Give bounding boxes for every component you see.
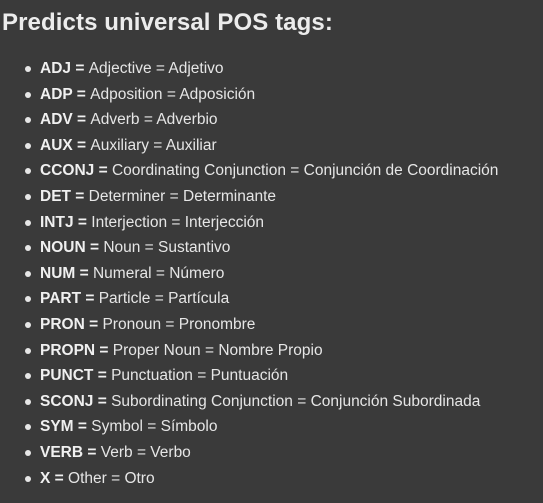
tag-description: Verb = Verbo	[100, 443, 191, 461]
page-title: Predicts universal POS tags:	[2, 9, 333, 36]
list-item: INTJ = Interjection = Interjección	[25, 210, 543, 236]
list-item: NUM = Numeral = Número	[25, 261, 543, 287]
list-item: X = Other = Otro	[25, 466, 543, 492]
pos-tag-list: ADJ = Adjective = Adjetivo ADP = Adposit…	[0, 56, 543, 491]
tag-code: SCONJ	[40, 392, 94, 410]
list-item: ADV = Adverb = Adverbio	[25, 107, 543, 133]
tag-separator: =	[73, 418, 92, 436]
list-item: AUX = Auxiliary = Auxiliar	[25, 133, 543, 159]
list-item: SYM = Symbol = Símbolo	[25, 414, 543, 440]
tag-separator: =	[72, 111, 91, 129]
tag-code: X	[40, 469, 51, 487]
tag-separator: =	[72, 136, 91, 154]
list-item: DET = Determiner = Determinante	[25, 184, 543, 210]
tag-description: Interjection = Interjección	[91, 213, 265, 231]
tag-code: ADP	[40, 85, 73, 103]
tag-description: Coordinating Conjunction = Conjunción de…	[111, 162, 499, 180]
tag-separator: =	[71, 187, 89, 205]
tag-separator: =	[75, 264, 93, 282]
tag-separator: =	[50, 469, 69, 487]
tag-code: NUM	[40, 264, 76, 282]
tag-separator: =	[95, 341, 113, 359]
list-item: NOUN = Noun = Sustantivo	[25, 235, 543, 261]
tag-description: Numeral = Número	[92, 264, 225, 282]
tag-code: INTJ	[40, 213, 74, 231]
tag-description: Adposition = Adposición	[90, 85, 256, 103]
tag-description: Auxiliary = Auxiliar	[90, 136, 217, 154]
list-item: ADJ = Adjective = Adjetivo	[25, 56, 543, 82]
tag-separator: =	[71, 60, 89, 77]
tag-separator: =	[94, 162, 112, 180]
tag-code: SYM	[40, 418, 74, 436]
tag-description: Subordinating Conjunction = Conjunción S…	[111, 392, 481, 410]
tag-code: CCONJ	[40, 162, 95, 180]
tag-code: PART	[40, 290, 82, 308]
list-item: PART = Particle = Partícula	[25, 286, 543, 312]
list-item: PRON = Pronoun = Pronombre	[25, 312, 543, 338]
list-item: VERB = Verb = Verbo	[25, 440, 543, 466]
tag-description: Adverb = Adverbio	[90, 111, 218, 129]
tag-description: Symbol = Símbolo	[91, 418, 218, 436]
content-panel: Predicts universal POS tags: ADJ = Adjec…	[0, 0, 543, 491]
tag-separator: =	[93, 367, 112, 385]
tag-code: AUX	[40, 136, 73, 154]
tag-separator: =	[72, 85, 91, 103]
list-item: ADP = Adposition = Adposición	[25, 82, 543, 108]
tag-code: NOUN	[40, 239, 86, 257]
tag-separator: =	[93, 392, 112, 410]
tag-description: Noun = Sustantivo	[103, 239, 231, 257]
tag-code: VERB	[40, 443, 84, 461]
tag-code: ADJ	[40, 60, 72, 77]
list-item: CCONJ = Coordinating Conjunction = Conju…	[25, 158, 543, 184]
list-item: PROPN = Proper Noun = Nombre Propio	[25, 338, 543, 364]
tag-code: ADV	[40, 111, 73, 129]
list-item: PUNCT = Punctuation = Puntuación	[25, 363, 543, 389]
tag-separator: =	[81, 290, 99, 308]
tag-code: DET	[40, 187, 71, 205]
tag-code: PRON	[40, 315, 85, 333]
tag-code: PROPN	[40, 341, 96, 359]
tag-description: Pronoun = Pronombre	[102, 315, 256, 333]
tag-separator: =	[83, 443, 101, 461]
tag-separator: =	[84, 315, 103, 333]
tag-separator: =	[73, 213, 92, 231]
tag-description: Adjective = Adjetivo	[88, 60, 224, 77]
tag-description: Other = Otro	[68, 469, 155, 487]
tag-code: PUNCT	[40, 367, 94, 385]
tag-description: Proper Noun = Nombre Propio	[112, 341, 323, 359]
tag-description: Particle = Partícula	[98, 290, 230, 308]
tag-description: Punctuation = Puntuación	[111, 367, 289, 385]
tag-description: Determiner = Determinante	[88, 187, 277, 205]
tag-separator: =	[85, 239, 104, 257]
list-item: SCONJ = Subordinating Conjunction = Conj…	[25, 389, 543, 415]
